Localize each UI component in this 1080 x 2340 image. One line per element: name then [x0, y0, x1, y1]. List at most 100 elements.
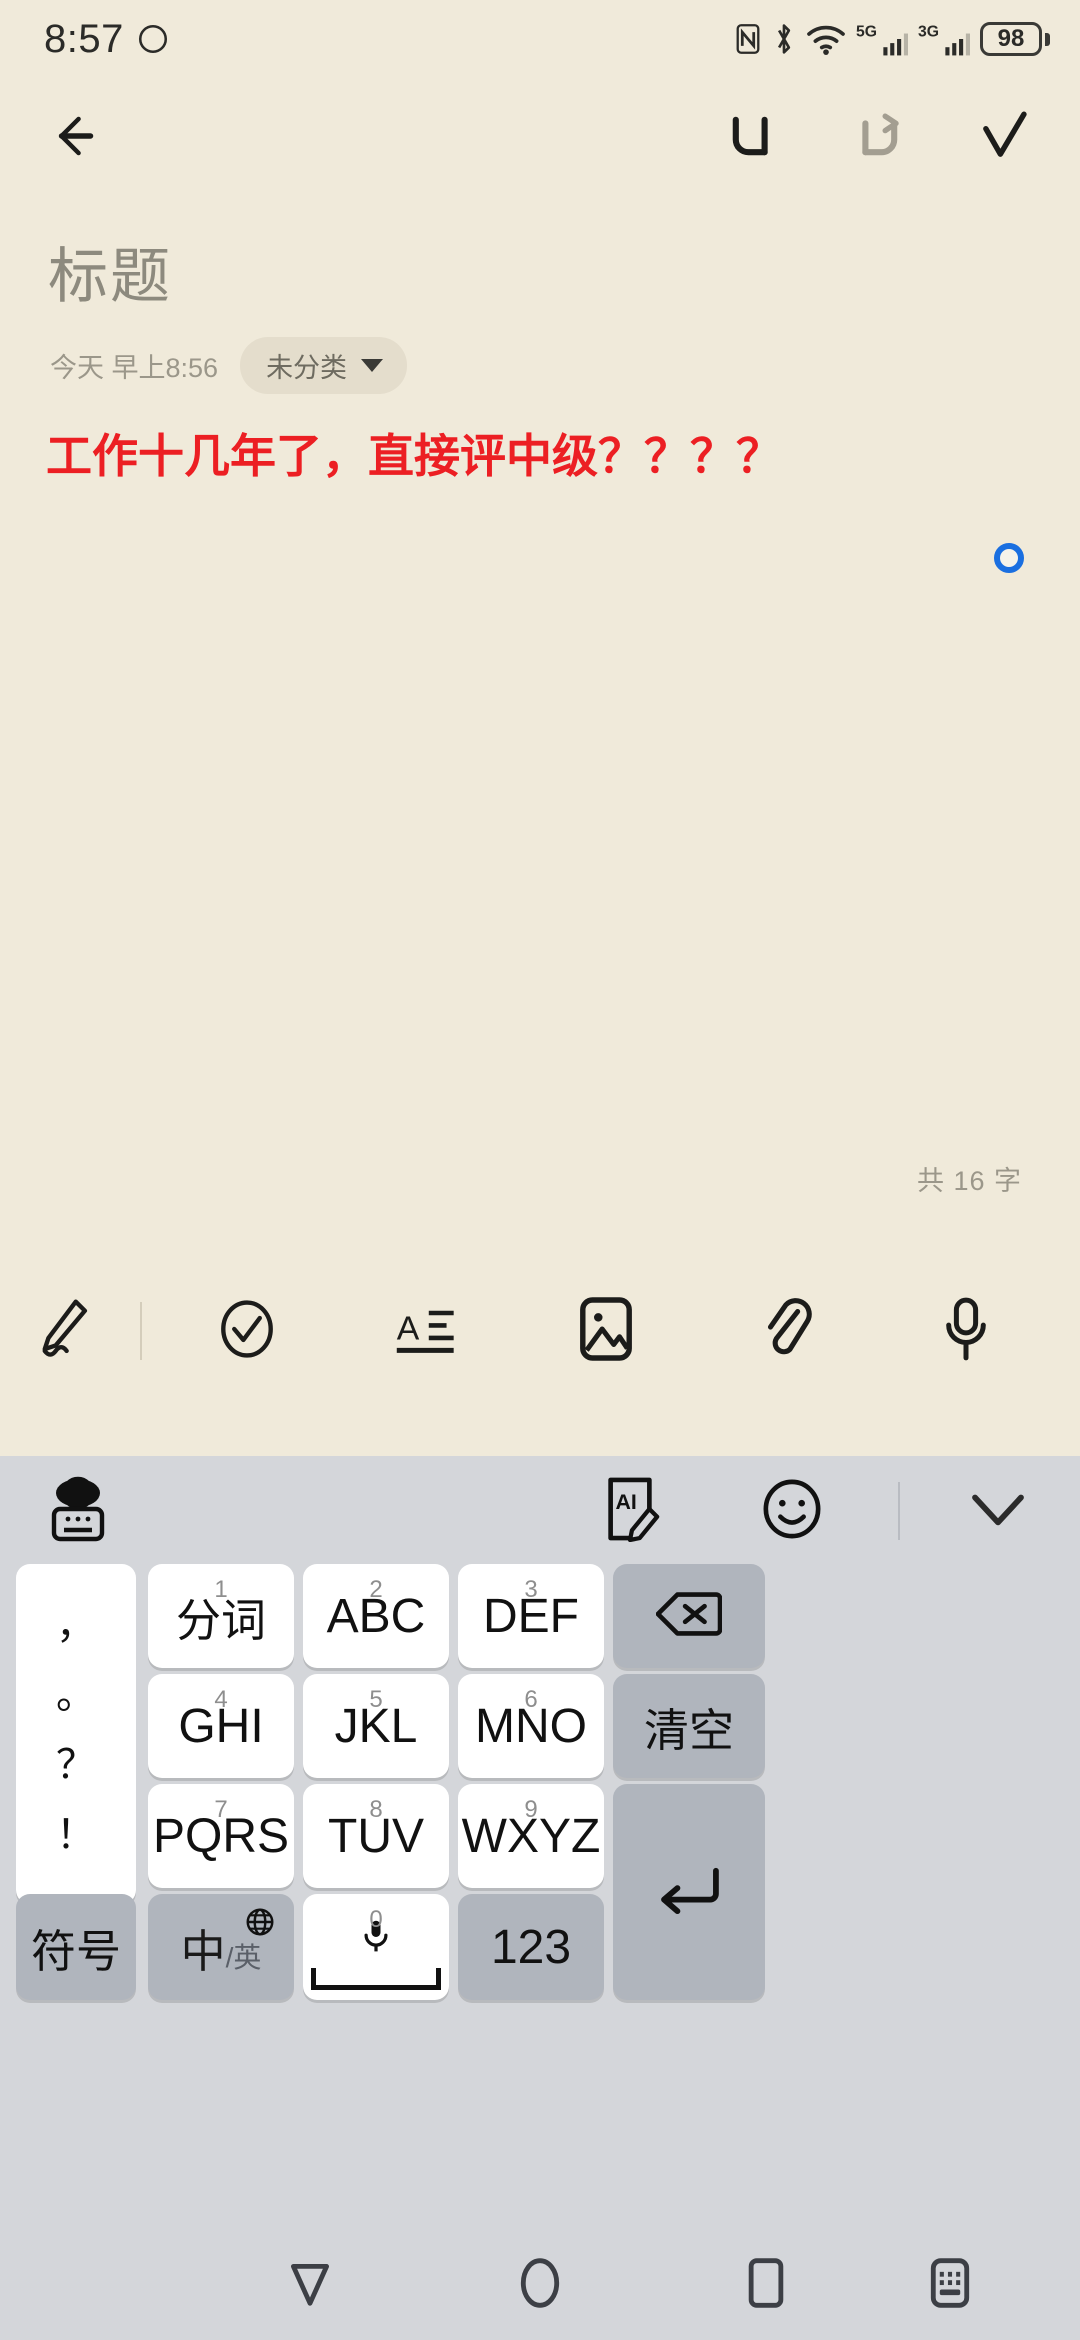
svg-text:3G: 3G	[918, 23, 939, 40]
note-category-label: 未分类	[266, 353, 348, 383]
redo-icon	[847, 109, 909, 168]
ai-write-icon: AI	[599, 1476, 661, 1547]
attachment-icon	[758, 1296, 814, 1367]
emoji-smiley-icon	[761, 1478, 823, 1545]
globe-icon	[246, 1908, 274, 1941]
note-title-input[interactable]: 标题	[48, 228, 1080, 315]
key-def[interactable]: 3 DEF	[458, 1564, 604, 1668]
note-content-area[interactable]: 标题 今天 早上8:56 未分类 工作十几年了，直接评中级？？？？ 共 16 字	[0, 198, 1080, 1260]
lang-main-label: 中	[180, 1925, 226, 1977]
key-jkl[interactable]: 5 JKL	[303, 1674, 449, 1778]
key-fenci[interactable]: 1 分词	[148, 1564, 294, 1668]
toolbar-divider	[126, 1302, 156, 1360]
symbol-label: 符号	[30, 1925, 121, 1977]
key-wxyz[interactable]: 9 WXYZ	[458, 1784, 604, 1888]
backspace-key[interactable]	[613, 1564, 765, 1668]
signal-sim2-icon: 3G	[918, 21, 970, 57]
svg-text:AI: AI	[615, 1490, 636, 1514]
attachment-button[interactable]	[696, 1296, 876, 1367]
key-number-1: 1	[214, 1576, 228, 1603]
text-format-button[interactable]: A	[338, 1299, 516, 1364]
key-number-5: 5	[369, 1686, 383, 1713]
key-tuv[interactable]: 8 TUV	[303, 1784, 449, 1888]
nfc-icon	[734, 23, 762, 55]
key-number-3: 3	[524, 1576, 538, 1603]
nav-back-triangle-icon	[287, 2259, 333, 2312]
key-abc[interactable]: 2 ABC	[303, 1564, 449, 1668]
checkmark-icon	[975, 108, 1033, 169]
key-number-8: 8	[369, 1796, 383, 1823]
handwriting-button[interactable]	[0, 1296, 126, 1367]
undo-icon	[721, 109, 783, 168]
done-button[interactable]	[964, 98, 1044, 178]
note-editor-screen: 8:57 5G 3G 98 标题 今天 早上8:56 未分类 工作十几年了，直接…	[0, 0, 1080, 2340]
handwriting-pen-icon	[32, 1296, 94, 1367]
clear-key[interactable]: 清空	[613, 1674, 765, 1778]
ai-write-button[interactable]: AI	[580, 1461, 680, 1561]
emoji-button[interactable]	[742, 1461, 842, 1561]
microphone-icon	[941, 1296, 991, 1367]
nav-home-button[interactable]	[490, 2235, 590, 2335]
signal-sim1-icon: 5G	[856, 21, 908, 57]
eye-comfort-icon	[136, 22, 170, 56]
space-key[interactable]: 0	[303, 1894, 449, 2000]
note-category-chip[interactable]: 未分类	[240, 337, 408, 394]
hide-keyboard-button[interactable]	[900, 2235, 1000, 2335]
checklist-icon	[216, 1298, 278, 1365]
numeric-key[interactable]: 123	[458, 1894, 604, 2000]
key-number-6: 6	[524, 1686, 538, 1713]
status-bar-right: 5G 3G 98	[734, 21, 1050, 57]
text-cursor-handle[interactable]	[994, 543, 1024, 573]
hide-keyboard-icon	[928, 2257, 972, 2314]
keyboard-top-bar: AI	[0, 1456, 1080, 1566]
image-icon	[577, 1296, 635, 1367]
bluetooth-icon	[772, 22, 796, 56]
ime-keyboard: AI ， 。 ？ ！ 1 分词 2 ABC 3 DEF 4 GHI 5 JKL …	[0, 1456, 1080, 2230]
wifi-icon	[806, 22, 846, 56]
backspace-icon	[655, 1590, 723, 1643]
battery-percent: 98	[997, 25, 1025, 52]
collapse-keyboard-button[interactable]	[948, 1461, 1048, 1561]
key-ghi[interactable]: 4 GHI	[148, 1674, 294, 1778]
checklist-button[interactable]	[156, 1298, 338, 1365]
lang-sub-label: /英	[225, 1941, 262, 1973]
symbol-key[interactable]: 符号	[16, 1894, 136, 2000]
redo-button[interactable]	[838, 98, 918, 178]
key-number-4: 4	[214, 1686, 228, 1713]
voice-record-button[interactable]	[876, 1296, 1056, 1367]
globe-keyboard-icon	[46, 1475, 110, 1548]
editor-header	[0, 78, 1080, 198]
punct-period: 。	[56, 1673, 96, 1717]
key-mno[interactable]: 6 MNO	[458, 1674, 604, 1778]
language-toggle-key[interactable]: 中 /英	[148, 1894, 294, 2000]
key-number-9: 9	[524, 1796, 538, 1823]
enter-return-icon	[656, 1865, 722, 1920]
note-body-text[interactable]: 工作十几年了，直接评中级？？？？	[46, 428, 1036, 486]
nav-recents-button[interactable]	[716, 2235, 816, 2335]
system-nav-bar	[0, 2230, 1080, 2340]
word-count-label: 共 16 字	[916, 1166, 1022, 1196]
key-pqrs[interactable]: 7 PQRS	[148, 1784, 294, 1888]
undo-button[interactable]	[712, 98, 792, 178]
back-arrow-icon	[53, 107, 111, 170]
insert-image-button[interactable]	[516, 1296, 696, 1367]
note-meta-row: 今天 早上8:56 未分类	[50, 337, 1080, 394]
nav-home-circle-icon	[517, 2257, 563, 2314]
svg-text:A: A	[397, 1309, 420, 1347]
key-number-0: 0	[369, 1906, 383, 1933]
key-number-2: 2	[369, 1576, 383, 1603]
language-switch-button[interactable]	[28, 1461, 128, 1561]
note-timestamp: 今天 早上8:56	[50, 353, 219, 383]
enter-key[interactable]	[613, 1784, 765, 2000]
keyboard-divider	[898, 1482, 900, 1540]
keyboard-key-grid: ， 。 ？ ！ 1 分词 2 ABC 3 DEF 4 GHI 5 JKL 6 M…	[0, 1564, 1080, 2124]
punctuation-key[interactable]: ， 。 ？ ！	[16, 1564, 136, 1904]
clear-label: 清空	[643, 1704, 734, 1756]
back-button[interactable]	[42, 98, 122, 178]
punct-comma: ，	[56, 1603, 96, 1647]
nav-back-button[interactable]	[260, 2235, 360, 2335]
status-time: 8:57	[44, 16, 124, 61]
punct-exclaim: ！	[56, 1813, 96, 1857]
editor-toolbar: A	[0, 1260, 1080, 1402]
text-format-icon: A	[395, 1299, 459, 1364]
